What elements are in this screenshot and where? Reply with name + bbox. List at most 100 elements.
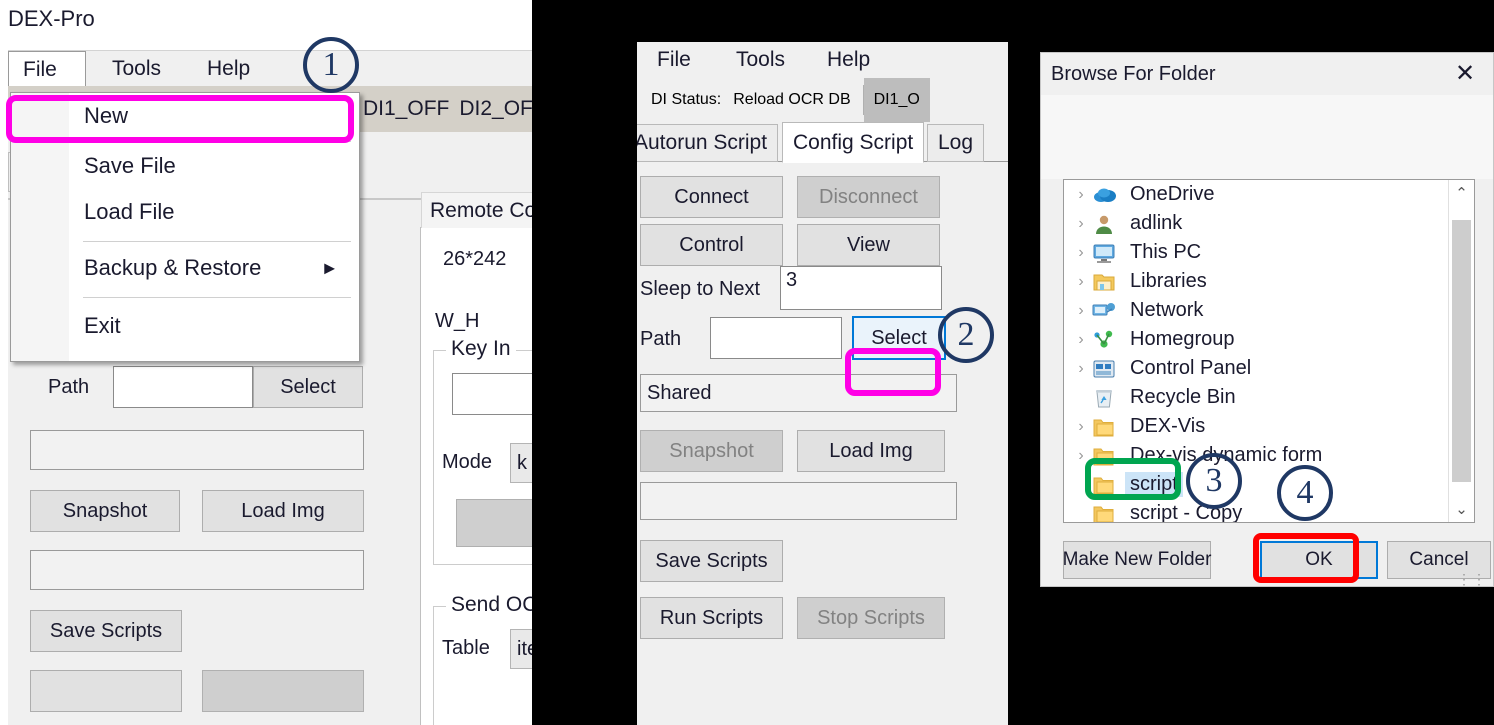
sleep-to-next-input[interactable]: 3 (780, 266, 942, 310)
menu-item-backup-restore[interactable]: Backup & Restore ▶ (69, 245, 359, 291)
tree-item-label: Recycle Bin (1130, 386, 1236, 408)
chevron-right-icon[interactable]: › (1070, 302, 1092, 320)
resize-grip-icon[interactable]: ⋮⋮ (1457, 572, 1487, 586)
middle-snapshot-button[interactable]: Snapshot (640, 430, 783, 472)
chevron-right-icon[interactable]: › (1070, 186, 1092, 204)
sleep-to-next-label: Sleep to Next (640, 278, 761, 300)
libraries-icon (1092, 271, 1118, 293)
status-field-1 (30, 430, 364, 470)
select-button[interactable]: Select (253, 366, 363, 408)
control-button[interactable]: Control (640, 224, 783, 266)
scrollbar-up-arrow-icon[interactable]: ⌃ (1449, 180, 1474, 206)
annotation-box-middle-select (845, 348, 941, 396)
tree-item-label: adlink (1130, 212, 1183, 234)
chevron-right-icon[interactable]: › (1070, 244, 1092, 262)
toolbar-chip-di2-off[interactable]: DI2_OFF (459, 97, 532, 121)
run-scripts-button-partial[interactable] (30, 670, 182, 712)
tree-item-row[interactable]: › Network (1064, 296, 1474, 325)
wh-label: W_H (435, 310, 480, 332)
close-icon[interactable]: ✕ (1445, 57, 1485, 89)
key-in-input[interactable] (452, 373, 532, 415)
connect-button[interactable]: Connect (640, 176, 783, 218)
annotation-box-ok-button (1253, 533, 1359, 583)
tree-item-row[interactable]: › Control Panel (1064, 354, 1474, 383)
menu-separator-2 (83, 241, 351, 242)
tree-item-row[interactable]: script - Copy (1064, 499, 1474, 522)
make-new-folder-button[interactable]: Make New Folder (1063, 541, 1211, 579)
homegroup-icon (1092, 329, 1118, 351)
key-in-group: Key In Mode k (433, 337, 532, 565)
tree-item-row[interactable]: › OneDrive (1064, 180, 1474, 209)
screenshot-stage: DEX-Pro File Tools Help DI1_OFF DI2_OFF … (0, 0, 1494, 725)
snapshot-button[interactable]: Snapshot (30, 490, 180, 532)
chevron-right-icon[interactable]: › (1070, 331, 1092, 349)
mode-select[interactable]: k (510, 443, 532, 483)
dialog-title: Browse For Folder (1051, 63, 1216, 85)
resolution-text: 26*242 (443, 248, 507, 270)
menu-item-tools[interactable]: Tools (98, 51, 175, 87)
tree-item-row[interactable]: › This PC (1064, 238, 1474, 267)
middle-run-scripts-button[interactable]: Run Scripts (640, 597, 783, 639)
user-account-icon (1092, 213, 1118, 235)
middle-path-label: Path (640, 328, 682, 350)
browse-for-folder-dialog: Browse For Folder ✕ › OneDrive › adlink › Thi… (1040, 52, 1494, 587)
this-pc-monitor-icon (1092, 242, 1118, 264)
scrollbar-thumb[interactable] (1452, 220, 1471, 482)
menu-item-file[interactable]: File (8, 51, 86, 87)
tree-item-row[interactable]: › DEX-Vis (1064, 412, 1474, 441)
mode-label: Mode (442, 451, 493, 473)
middle-menu-item-file[interactable]: File (643, 42, 705, 78)
config-script-content: Connect Disconnect Control View Sleep to… (637, 162, 1008, 725)
menu-item-exit[interactable]: Exit (69, 303, 359, 349)
disconnect-button[interactable]: Disconnect (797, 176, 940, 218)
reload-ocr-db-button[interactable]: Reload OCR DB (733, 91, 850, 109)
middle-menu-item-tools[interactable]: Tools (722, 42, 799, 78)
recycle-bin-icon (1092, 387, 1118, 409)
annotation-marker-1: 1 (303, 37, 359, 93)
middle-menu-item-help[interactable]: Help (813, 42, 884, 78)
menu-item-help[interactable]: Help (193, 51, 264, 87)
view-button[interactable]: View (797, 224, 940, 266)
submenu-arrow-icon: ▶ (324, 259, 335, 276)
path-label: Path (48, 376, 90, 398)
middle-stop-scripts-button[interactable]: Stop Scripts (797, 597, 945, 639)
tree-item-row[interactable]: › Homegroup (1064, 325, 1474, 354)
folder-tree-scrollbar[interactable]: ⌃ ⌄ (1448, 180, 1474, 522)
dialog-header-area (1041, 95, 1493, 179)
path-input[interactable] (113, 366, 253, 408)
tab-config-script[interactable]: Config Script (782, 122, 925, 163)
scrollbar-down-arrow-icon[interactable]: ⌄ (1449, 496, 1474, 522)
tree-item-row[interactable]: › adlink (1064, 209, 1474, 238)
tree-item-row[interactable]: › Libraries (1064, 267, 1474, 296)
table-select[interactable]: ite (510, 629, 532, 669)
stop-scripts-button-partial[interactable] (202, 670, 364, 712)
mode-action-button[interactable] (456, 499, 532, 547)
tree-item-label: This PC (1130, 241, 1202, 263)
tab-autorun-script[interactable]: Autorun Script (637, 124, 779, 162)
load-img-button[interactable]: Load Img (202, 490, 364, 532)
middle-load-img-button[interactable]: Load Img (797, 430, 945, 472)
app-title: DEX-Pro (8, 6, 95, 31)
toolbar-chip-di1-off[interactable]: DI1_OFF (363, 97, 449, 121)
menu-item-save-file[interactable]: Save File (69, 143, 359, 189)
middle-path-input[interactable] (710, 317, 842, 359)
tab-log[interactable]: Log (927, 124, 985, 162)
chevron-right-icon[interactable]: › (1070, 215, 1092, 233)
annotation-marker-2: 2 (938, 307, 994, 363)
tree-item-row[interactable]: Recycle Bin (1064, 383, 1474, 412)
middle-save-scripts-button[interactable]: Save Scripts (640, 540, 783, 582)
save-scripts-button[interactable]: Save Scripts (30, 610, 182, 652)
tree-item-label: DEX-Vis (1130, 415, 1206, 437)
chevron-right-icon[interactable]: › (1070, 273, 1092, 291)
chevron-right-icon[interactable]: › (1070, 360, 1092, 378)
onedrive-cloud-icon (1092, 184, 1118, 206)
menu-item-load-file[interactable]: Load File (69, 189, 359, 235)
chevron-right-icon[interactable]: › (1070, 418, 1092, 436)
middle-menu-bar: File Tools Help (637, 42, 1008, 78)
control-panel-icon (1092, 358, 1118, 380)
key-in-caption: Key In (446, 337, 516, 361)
remote-control-caption: Remote Co (421, 192, 532, 228)
network-icon (1092, 300, 1118, 322)
di1-chip[interactable]: DI1_O (863, 78, 930, 122)
tree-item-label: Libraries (1130, 270, 1207, 292)
